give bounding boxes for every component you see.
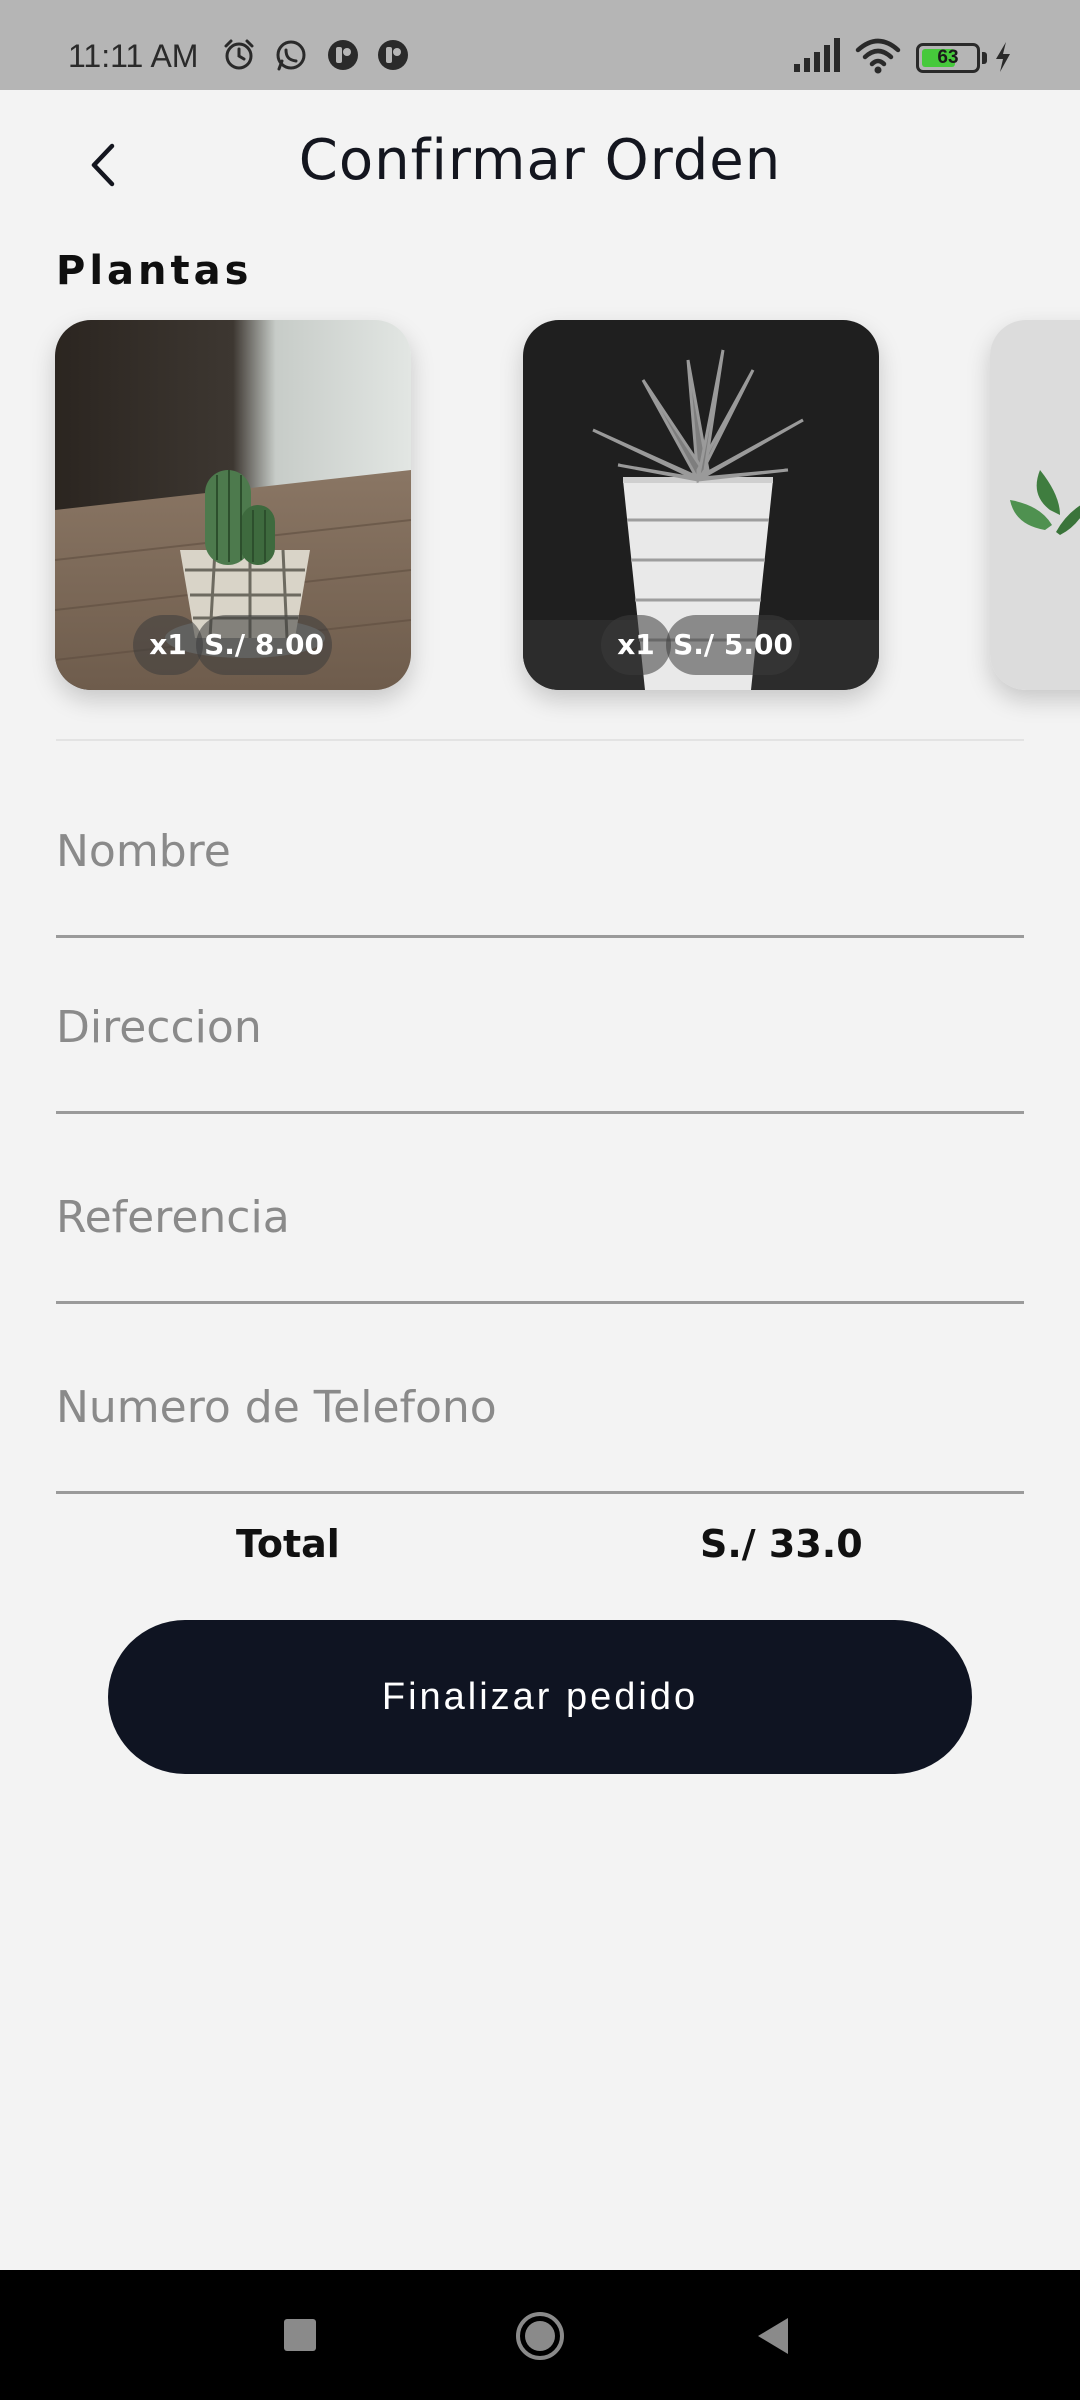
battery-level: 63 [937, 47, 959, 68]
section-title-plants: Plantas [56, 248, 253, 294]
recents-icon[interactable] [282, 2317, 318, 2353]
alarm-icon [224, 39, 254, 70]
battery-icon: 63 [916, 43, 980, 73]
whatsapp-icon [276, 40, 306, 71]
app-notification-icon [328, 40, 358, 70]
signal-icon [794, 38, 840, 72]
name-field-placeholder: Nombre [56, 826, 231, 877]
plant-image [990, 320, 1080, 690]
home-icon[interactable] [514, 2310, 566, 2362]
status-bar: 11:11 AM 63 [0, 0, 1080, 90]
wifi-icon [855, 38, 901, 74]
reference-field[interactable]: Referencia [56, 1184, 1024, 1304]
page-title: Confirmar Orden [298, 128, 782, 193]
system-navigation-bar [0, 2270, 1080, 2400]
total-label: Total [236, 1522, 340, 1566]
total-value: S./ 33.0 [700, 1522, 863, 1566]
quantity-chip: x1 [133, 615, 203, 675]
battery-terminal [982, 52, 987, 64]
plant-card-partial[interactable] [990, 320, 1080, 690]
reference-field-placeholder: Referencia [56, 1192, 290, 1243]
price-chip: S./ 8.00 [196, 615, 332, 675]
order-confirmation-screen: 11:11 AM 63 Confirmar Orden Plantas x1 S… [0, 0, 1080, 2400]
phone-field-placeholder: Numero de Telefono [56, 1382, 497, 1433]
phone-field[interactable]: Numero de Telefono [56, 1374, 1024, 1494]
app-notification-icon [378, 40, 408, 70]
address-field-placeholder: Direccion [56, 1002, 262, 1053]
finalize-order-button[interactable]: Finalizar pedido [108, 1620, 972, 1774]
status-time: 11:11 AM [68, 38, 199, 74]
price-chip: S./ 5.00 [666, 615, 800, 675]
name-field[interactable]: Nombre [56, 818, 1024, 938]
address-field[interactable]: Direccion [56, 994, 1024, 1114]
section-divider [56, 739, 1024, 741]
back-icon[interactable] [754, 2316, 792, 2356]
quantity-chip: x1 [601, 615, 671, 675]
charging-icon [996, 42, 1010, 72]
